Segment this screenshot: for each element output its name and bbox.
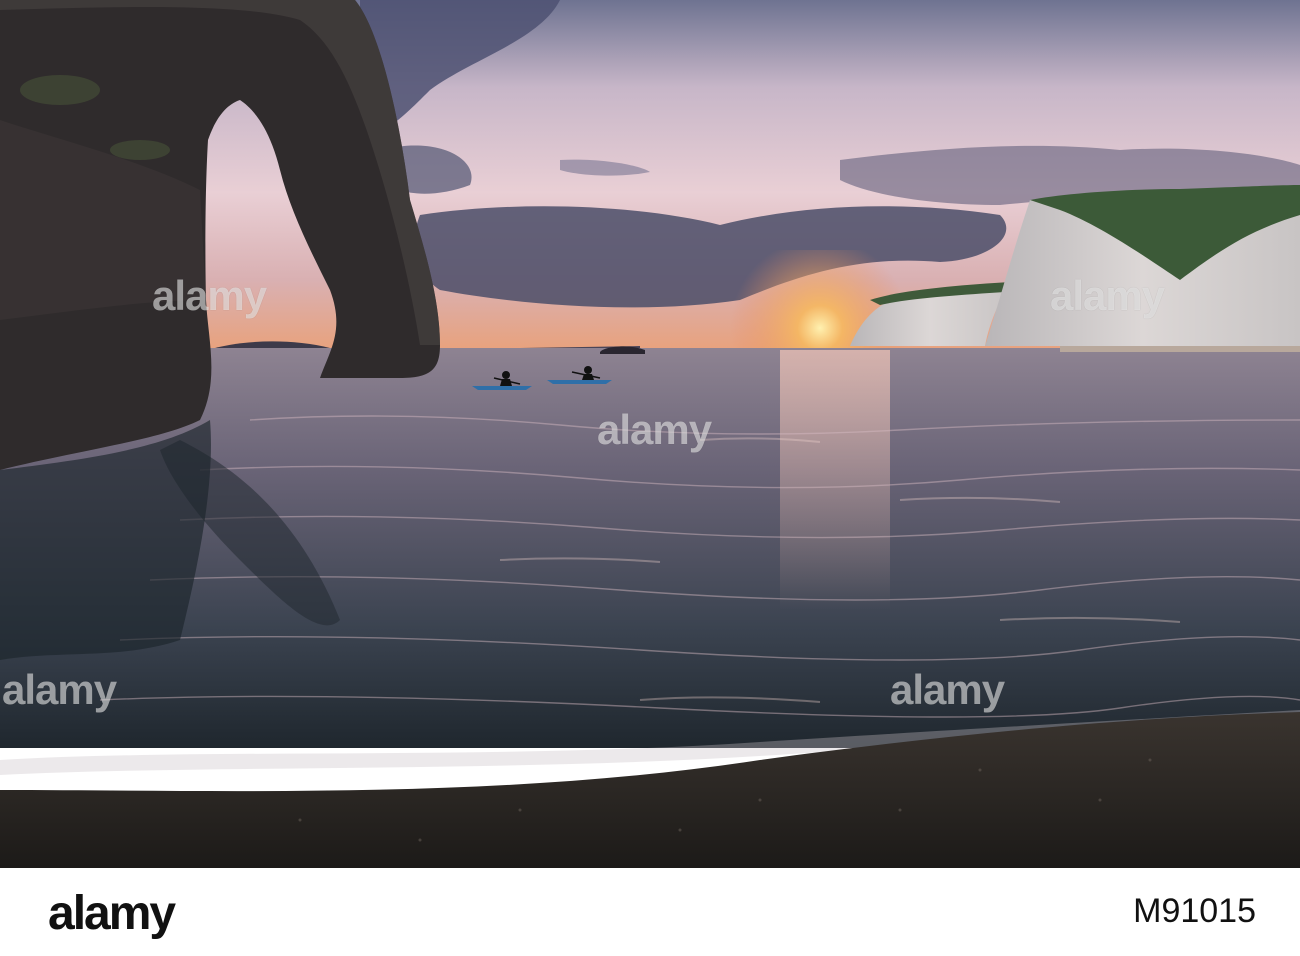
footer-bar: alamy M91015 [0, 868, 1300, 956]
stock-photo-frame: alamy alamy alamy alamy alamy alamy M910… [0, 0, 1300, 956]
seascape-photo [0, 0, 1300, 868]
image-id: M91015 [1133, 892, 1256, 930]
alamy-logo[interactable]: alamy [48, 886, 176, 941]
